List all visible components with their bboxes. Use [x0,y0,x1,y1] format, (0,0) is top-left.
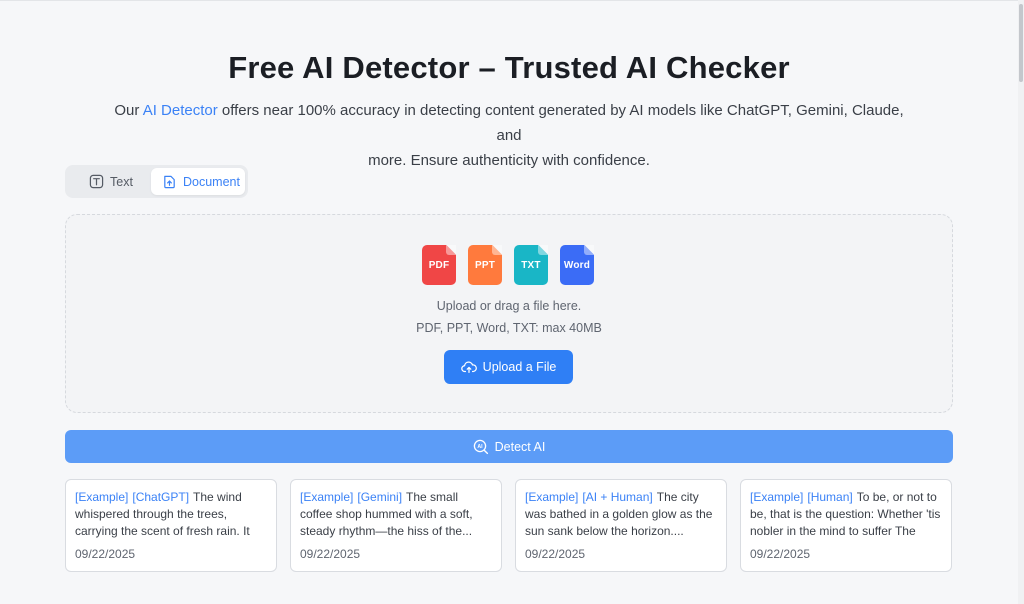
tab-text[interactable]: Text [68,168,148,195]
word-file-icon-fold [584,245,594,255]
txt-file-label: TXT [521,260,541,271]
ppt-file-label: PPT [474,260,496,271]
page-subtitle: Our AI Detector offers near 100% accurac… [110,98,908,173]
page-scrollbar[interactable] [1018,0,1024,604]
subtitle-line1: offers near 100% accuracy in detecting c… [217,102,904,144]
example-cards: [Example] [ChatGPT] The wind whispered thr… [65,479,952,572]
example-date: 09/22/2025 [750,547,811,561]
tab-text-label: Text [110,174,133,189]
supported-file-types: PDF PPT TXT Word [422,245,594,285]
ai-detector-link[interactable]: AI Detector [143,102,218,119]
top-border [0,0,1024,1]
word-file-icon: Word [560,245,594,285]
text-icon [89,174,104,189]
detect-ai-label: Detect AI [494,439,546,454]
tab-document-label: Document [183,174,240,189]
upload-hint: Upload or drag a file here. [436,299,582,313]
txt-file-icon: TXT [514,245,548,285]
example-tag: [Example] [750,490,804,504]
example-card-ai-human[interactable]: [Example] [AI + Human] The city was bathed… [515,479,727,572]
example-date: 09/22/2025 [300,547,361,561]
ppt-file-icon: PPT [468,245,502,285]
pdf-file-icon: PDF [422,245,456,285]
upload-file-label: Upload a File [482,360,557,374]
example-snippet: [Example] [Human] To be, or not to be, tha… [750,489,942,540]
upload-file-button[interactable]: Upload a File [444,350,573,384]
model-tag: [Gemini] [357,490,403,504]
tab-document[interactable]: Document [151,168,245,195]
example-snippet: [Example] [ChatGPT] The wind whispered thr… [75,489,267,540]
example-tag: [Example] [75,490,129,504]
upload-limits: PDF, PPT, Word, TXT: max 40MB [416,321,602,335]
example-date: 09/22/2025 [75,547,136,561]
example-tag: [Example] [300,490,354,504]
example-card-gemini[interactable]: [Example] [Gemini] The small coffee shop h… [290,479,502,572]
detect-ai-button[interactable]: AI Detect AI [65,430,953,463]
ppt-file-icon-fold [492,245,502,255]
example-snippet: [Example] [AI + Human] The city was bathed… [525,489,717,540]
txt-file-icon-fold [538,245,548,255]
example-date: 09/22/2025 [525,547,586,561]
subtitle-prefix: Our [114,102,143,119]
ai-search-icon-text: AI [477,444,483,450]
ai-search-icon: AI [473,439,488,454]
example-tag: [Example] [525,490,579,504]
model-tag: [Human] [807,490,853,504]
word-file-label: Word [563,260,591,271]
example-snippet: [Example] [Gemini] The small coffee shop h… [300,489,492,540]
example-card-chatgpt[interactable]: [Example] [ChatGPT] The wind whispered thr… [65,479,277,572]
subtitle-line2: more. Ensure authenticity with confidenc… [368,152,650,169]
model-tag: [AI + Human] [582,490,653,504]
pdf-file-icon-fold [446,245,456,255]
model-tag: [ChatGPT] [132,490,190,504]
scrollbar-thumb[interactable] [1019,4,1023,82]
document-upload-icon [164,175,175,189]
pdf-file-label: PDF [428,260,450,271]
page-title: Free AI Detector – Trusted AI Checker [228,50,790,85]
input-mode-tabs: Text Document [65,165,248,198]
cloud-upload-icon [460,361,477,373]
example-card-human[interactable]: [Example] [Human] To be, or not to be, tha… [740,479,952,572]
file-dropzone[interactable]: PDF PPT TXT Word Upload or drag a file h… [65,214,953,413]
